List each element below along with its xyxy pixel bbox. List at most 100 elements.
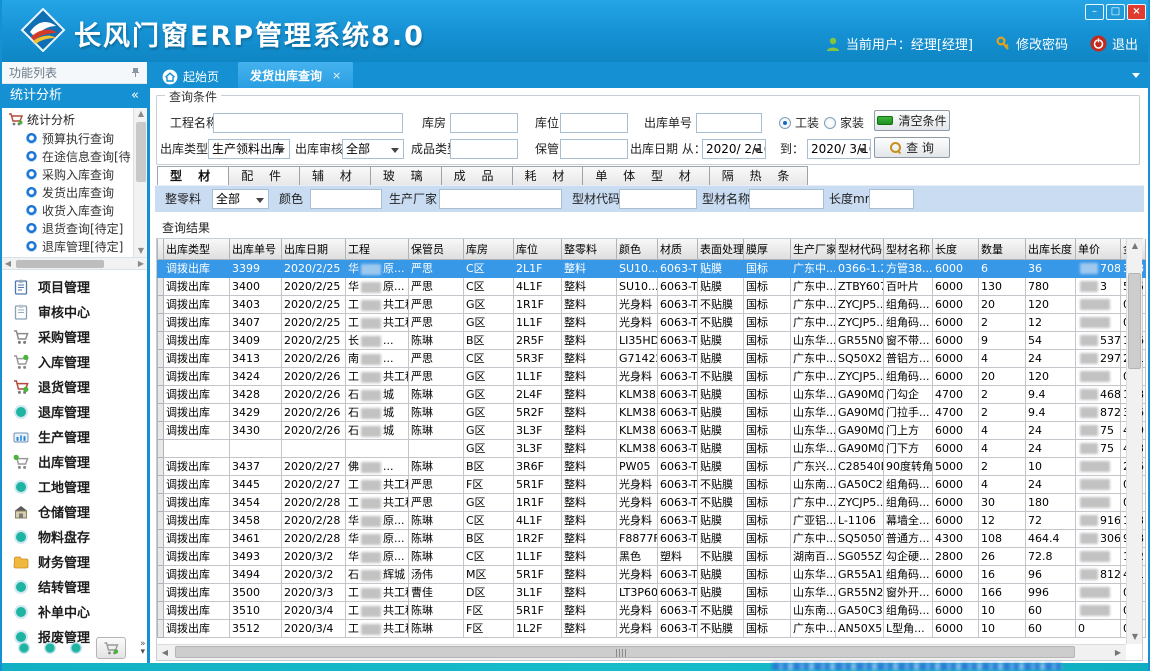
- keeper-input[interactable]: [560, 139, 628, 159]
- grid-hscroll-thumb[interactable]: [175, 646, 1075, 658]
- module-dot-icon[interactable]: [44, 642, 56, 654]
- close-button[interactable]: ×: [1127, 4, 1146, 20]
- col-whole-piece[interactable]: 整零料: [562, 239, 617, 259]
- sidebar-module-7[interactable]: 出库管理: [2, 449, 147, 474]
- tab-list-dropdown-icon[interactable]: [1132, 73, 1140, 78]
- table-row[interactable]: 调拨出库35002020/3/3工共工程曹佳D区3L1F整料LT3P606063…: [158, 583, 1146, 601]
- tree-item-2[interactable]: 采购入库查询: [2, 165, 133, 183]
- maximize-button[interactable]: □: [1106, 4, 1125, 20]
- grid-vscroll-thumb[interactable]: [1128, 273, 1141, 369]
- table-row[interactable]: 调拨出库35102020/3/4工共工程陈琳F区5R1F整料光身料6063-T5…: [158, 601, 1146, 619]
- tab-close-icon[interactable]: ×: [332, 69, 341, 82]
- col-out-type[interactable]: 出库类型: [164, 239, 230, 259]
- scroll-up-icon[interactable]: ▲: [134, 108, 147, 120]
- material-tab-4[interactable]: 成 品: [442, 166, 513, 186]
- tree-item-5[interactable]: 退货查询[待定]: [2, 219, 133, 237]
- more-modules-button[interactable]: [96, 637, 126, 659]
- tree-hscroll-thumb[interactable]: [16, 260, 104, 268]
- table-row[interactable]: G区3L3F整料KLM38176063-T5贴膜国标山东华...GA90M09.…: [158, 439, 1146, 457]
- sidebar-module-10[interactable]: 物料盘存: [2, 524, 147, 549]
- table-row[interactable]: 调拨出库35122020/3/4工共工程陈琳F区1L2F整料光身料6063-T5…: [158, 619, 1146, 637]
- col-out-length[interactable]: 出库长度: [1026, 239, 1076, 259]
- minimize-button[interactable]: –: [1085, 4, 1104, 20]
- scroll-right-icon[interactable]: ▶: [135, 258, 147, 270]
- sidebar-module-2[interactable]: 采购管理: [2, 324, 147, 349]
- col-surface[interactable]: 表面处理: [698, 239, 744, 259]
- table-row[interactable]: 调拨出库34282020/2/26石城陈琳G区2L4F整料KLM38176063…: [158, 385, 1146, 403]
- scroll-down-icon[interactable]: ▼: [134, 245, 147, 257]
- tree-vertical-scrollbar[interactable]: ▲ ▼: [133, 108, 147, 257]
- col-project[interactable]: 工程: [346, 239, 409, 259]
- warehouse-input[interactable]: [450, 113, 518, 133]
- sidebar-module-12[interactable]: 结转管理: [2, 574, 147, 599]
- tree-horizontal-scrollbar[interactable]: ◀ ▶: [2, 258, 147, 270]
- table-row[interactable]: 调拨出库34612020/2/28华原...陈琳B区1R2F整料F8877FT6…: [158, 529, 1146, 547]
- col-length[interactable]: 长度: [933, 239, 979, 259]
- tree-item-4[interactable]: 收货入库查询: [2, 201, 133, 219]
- sidebar-section-header[interactable]: 统计分析 «: [2, 84, 147, 108]
- module-dot-icon[interactable]: [70, 642, 82, 654]
- sidebar-module-13[interactable]: 补单中心: [2, 599, 147, 624]
- date-from-select[interactable]: 2020/ 2/16: [702, 139, 766, 159]
- tree-item-0[interactable]: 预算执行查询: [2, 129, 133, 147]
- material-tab-6[interactable]: 单 体 型 材: [583, 166, 709, 186]
- product-type-input[interactable]: [450, 139, 518, 159]
- radio-gongzhuang[interactable]: 工装: [779, 114, 819, 131]
- table-row[interactable]: 调拨出库34372020/2/27佛...陈琳B区3R6F整料PW056063-…: [158, 457, 1146, 475]
- tab-active[interactable]: 发货出库查询 ×: [238, 62, 353, 88]
- material-tab-7[interactable]: 隔 热 条: [710, 166, 809, 186]
- color-input[interactable]: [310, 189, 382, 209]
- sidebar-module-3[interactable]: 入库管理: [2, 349, 147, 374]
- col-color[interactable]: 颜色: [617, 239, 658, 259]
- logout[interactable]: 退出: [1090, 34, 1138, 53]
- table-row[interactable]: 调拨出库34302020/2/26石城陈琳G区3L3F整料KLM38176063…: [158, 421, 1146, 439]
- table-row[interactable]: 调拨出库34942020/3/2石辉城汤伟M区5R1F整料光身料6063-T5贴…: [158, 565, 1146, 583]
- scroll-up-icon[interactable]: ▲: [1127, 239, 1143, 253]
- scroll-right-icon[interactable]: ▶: [1110, 645, 1126, 660]
- table-row[interactable]: 调拨出库34292020/2/26石城陈琳G区5R2F整料KLM38176063…: [158, 403, 1146, 421]
- tree-scroll-thumb[interactable]: [136, 122, 146, 182]
- tree-item-6[interactable]: 退库管理[待定]: [2, 237, 133, 255]
- sidebar-module-9[interactable]: 仓储管理: [2, 499, 147, 524]
- length-input[interactable]: [869, 189, 914, 209]
- col-profile-code[interactable]: 型材代码: [836, 239, 884, 259]
- col-material[interactable]: 材质: [658, 239, 698, 259]
- material-tab-0[interactable]: 型 材: [157, 166, 229, 186]
- sidebar-module-8[interactable]: 工地管理: [2, 474, 147, 499]
- tree-item-1[interactable]: 在途信息查询[待: [2, 147, 133, 165]
- tree-item-3[interactable]: 发货出库查询: [2, 183, 133, 201]
- material-tab-2[interactable]: 辅 材: [300, 166, 371, 186]
- table-row[interactable]: 调拨出库34542020/2/28工共工程严思G区1R1F整料光身料6063-T…: [158, 493, 1146, 511]
- table-row[interactable]: 调拨出库34032020/2/25工共工程严思G区1R1F整料光身料6063-T…: [158, 295, 1146, 313]
- module-dot-icon[interactable]: [18, 642, 30, 654]
- col-keeper[interactable]: 保管员: [409, 239, 464, 259]
- sidebar-module-4[interactable]: 退货管理: [2, 374, 147, 399]
- grid-horizontal-scrollbar[interactable]: ◀ ▶: [157, 644, 1126, 660]
- audit-select[interactable]: 全部: [342, 139, 404, 159]
- sidebar-module-5[interactable]: 退库管理: [2, 399, 147, 424]
- sidebar-module-6[interactable]: 生产管理: [2, 424, 147, 449]
- profile-name-input[interactable]: [749, 189, 824, 209]
- clear-conditions-button[interactable]: 清空条件: [874, 110, 950, 131]
- col-location[interactable]: 库位: [514, 239, 562, 259]
- col-quantity[interactable]: 数量: [979, 239, 1026, 259]
- table-row[interactable]: 调拨出库34072020/2/25工共工程严思G区1L1F整料光身料6063-T…: [158, 313, 1146, 331]
- table-row[interactable]: 调拨出库34092020/2/25长...陈琳B区2R5F整料LI35HD606…: [158, 331, 1146, 349]
- table-row[interactable]: 调拨出库34132020/2/26南...严思C区5R3F整料G71422606…: [158, 349, 1146, 367]
- table-row[interactable]: 调拨出库34932020/3/2华原...陈琳C区1L1F整料黑色塑料不贴膜国标…: [158, 547, 1146, 565]
- out-type-select[interactable]: 生产领料出库: [208, 139, 290, 159]
- sidebar-module-1[interactable]: 审核中心: [2, 299, 147, 324]
- material-tab-3[interactable]: 玻 璃: [371, 166, 442, 186]
- scroll-left-icon[interactable]: ◀: [2, 258, 14, 270]
- change-password[interactable]: 修改密码: [995, 34, 1068, 53]
- table-row[interactable]: 调拨出库34002020/2/25华原...严思C区4L1F整料SU10...6…: [158, 277, 1146, 295]
- table-row[interactable]: 调拨出库33992020/2/25华原...严思C区2L1F整料SU10...6…: [158, 259, 1146, 277]
- col-warehouse[interactable]: 库房: [464, 239, 514, 259]
- project-name-input[interactable]: [213, 113, 403, 133]
- expand-menu-button[interactable]: »▾: [140, 640, 146, 656]
- sidebar-module-0[interactable]: 项目管理: [2, 274, 147, 299]
- sidebar-module-11[interactable]: 财务管理: [2, 549, 147, 574]
- grid-vertical-scrollbar[interactable]: ▲ ▼: [1126, 239, 1142, 644]
- whole-piece-select[interactable]: 全部: [212, 189, 269, 209]
- date-to-select[interactable]: 2020/ 3/16: [807, 139, 871, 159]
